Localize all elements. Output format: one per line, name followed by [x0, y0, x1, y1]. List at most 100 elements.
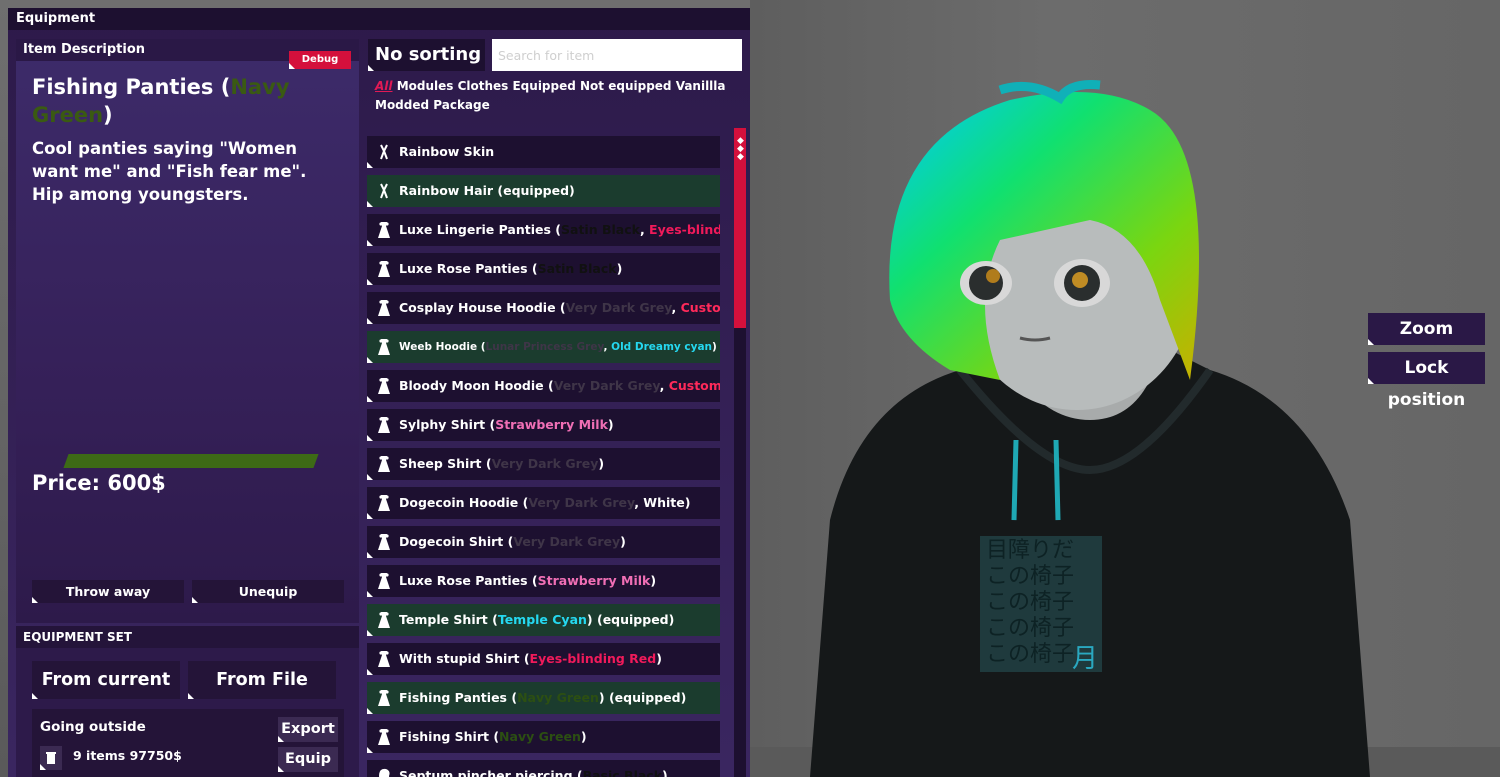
- throw-away-button[interactable]: Throw away: [32, 580, 184, 603]
- item-row-name: Rainbow Skin: [399, 144, 495, 159]
- debug-button[interactable]: Debug: [289, 51, 351, 69]
- unequip-button[interactable]: Unequip: [192, 580, 344, 603]
- dress-icon: [378, 495, 390, 511]
- dress-icon: [378, 729, 390, 745]
- item-row-label: Fishing Panties (Navy Green) (equipped): [399, 682, 686, 714]
- item-row-color: Eyes-blinding Red: [529, 651, 657, 666]
- filter-options[interactable]: Modules Clothes Equipped Not equipped Va…: [375, 79, 726, 112]
- item-row-color: Very Dark Grey: [553, 378, 660, 393]
- item-name: Fishing Panties (Navy Green): [32, 73, 332, 129]
- item-row[interactable]: With stupid Shirt (Eyes-blinding Red): [367, 643, 720, 675]
- item-row-label: Sylphy Shirt (Strawberry Milk): [399, 409, 614, 441]
- from-file-button[interactable]: From File: [188, 661, 336, 699]
- item-row-name: With stupid Shirt (: [399, 651, 530, 666]
- equip-set-button[interactable]: Equip: [278, 747, 338, 772]
- sorting-dropdown[interactable]: No sorting: [368, 39, 485, 71]
- item-row-label: Luxe Lingerie Panties (Satin Black, Eyes…: [399, 214, 720, 246]
- item-row-label: Fishing Shirt (Navy Green): [399, 721, 587, 753]
- dress-icon: [378, 690, 390, 706]
- set-summary: 9 items 97750$: [73, 748, 182, 763]
- equipment-set-entry[interactable]: Going outside 9 items 97750$ Export Equi…: [32, 709, 344, 777]
- dress-icon: [378, 300, 390, 316]
- from-current-button[interactable]: From current: [32, 661, 180, 699]
- item-row[interactable]: Sylphy Shirt (Strawberry Milk): [367, 409, 720, 441]
- lock-position-button[interactable]: Lock position: [1368, 352, 1485, 410]
- scroll-grip-icon: ◆ ◆ ◆: [737, 136, 744, 162]
- delete-set-button[interactable]: [40, 746, 62, 770]
- item-row-color: Old Dreamy cyan: [611, 341, 713, 353]
- item-row-name: Fishing Shirt (: [399, 729, 500, 744]
- item-row-label: Luxe Rose Panties (Satin Black): [399, 253, 622, 285]
- item-row[interactable]: Fishing Panties (Navy Green) (equipped): [367, 682, 720, 714]
- item-row-label: Rainbow Skin: [399, 136, 494, 168]
- item-row[interactable]: Rainbow Hair (equipped): [367, 175, 720, 207]
- item-description-label: Item Description: [23, 42, 146, 57]
- hoodie-line: 目障りだ: [986, 538, 1075, 563]
- equipment-set-box: EQUIPMENT SET From current From File Goi…: [16, 626, 359, 777]
- item-row-text: ): [662, 768, 668, 777]
- item-row-name: Dogecoin Shirt (: [399, 534, 514, 549]
- item-description-box: Item Description Debug Fishing Panties (…: [16, 39, 359, 623]
- item-row-label: With stupid Shirt (Eyes-blinding Red): [399, 643, 662, 675]
- item-row-text: ) (equipped): [598, 690, 687, 705]
- tool-icon: [380, 144, 388, 160]
- zoom-button[interactable]: Zoom: [1368, 313, 1485, 345]
- item-row-name: Dogecoin Hoodie (: [399, 495, 529, 510]
- item-row-color: Basic Black: [582, 768, 663, 777]
- item-row[interactable]: Dogecoin Hoodie (Very Dark Grey, White): [367, 487, 720, 519]
- item-row[interactable]: Dogecoin Shirt (Very Dark Grey): [367, 526, 720, 558]
- dress-icon: [378, 378, 390, 394]
- item-row-label: Rainbow Hair (equipped): [399, 175, 575, 207]
- item-name-suffix: ): [103, 103, 113, 127]
- dress-icon: [378, 534, 390, 550]
- export-button[interactable]: Export: [278, 717, 338, 742]
- item-row-color: Lunar Princess Grey: [485, 341, 604, 353]
- item-row-text: ): [650, 573, 657, 588]
- item-row-label: Dogecoin Shirt (Very Dark Grey): [399, 526, 626, 558]
- item-row-text: ,: [671, 300, 681, 315]
- item-row[interactable]: Cosplay House Hoodie (Very Dark Grey, Cu…: [367, 292, 720, 324]
- item-row-name: Temple Shirt (: [399, 612, 498, 627]
- item-row[interactable]: Rainbow Skin: [367, 136, 720, 168]
- item-row[interactable]: Temple Shirt (Temple Cyan) (equipped): [367, 604, 720, 636]
- filter-all[interactable]: All: [375, 79, 393, 93]
- trash-icon: [46, 752, 56, 764]
- item-row-name: Sheep Shirt (: [399, 456, 492, 471]
- item-row[interactable]: Weeb Hoodie (Lunar Princess Grey, Old Dr…: [367, 331, 720, 363]
- item-row-color: Temple Cyan: [497, 612, 587, 627]
- item-row-text: ): [620, 534, 626, 549]
- hoodie-line: この椅子: [986, 590, 1075, 615]
- item-row-text: , White): [634, 495, 691, 510]
- item-row-name: Rainbow Hair (equipped): [399, 183, 575, 198]
- item-description-text: Cool panties saying "Women want me" and …: [32, 139, 307, 204]
- search-input[interactable]: [492, 39, 742, 71]
- item-row-color: Navy Green: [517, 690, 599, 705]
- item-row-color: Custom: [680, 300, 720, 315]
- dress-icon: [378, 339, 390, 355]
- tool-icon: [380, 183, 388, 199]
- item-row-name: Cosplay House Hoodie (: [399, 300, 566, 315]
- item-row-name: Septum pincher piercing (: [399, 768, 583, 777]
- dress-icon: [378, 261, 390, 277]
- dress-icon: [378, 222, 390, 238]
- item-row-text: ): [607, 417, 614, 432]
- item-row-label: Septum pincher piercing (Basic Black): [399, 760, 668, 777]
- item-row-text: ): [656, 651, 662, 666]
- item-row-color: Strawberry Milk: [495, 417, 608, 432]
- item-row[interactable]: Luxe Rose Panties (Satin Black): [367, 253, 720, 285]
- item-row[interactable]: Sheep Shirt (Very Dark Grey): [367, 448, 720, 480]
- item-row-label: Sheep Shirt (Very Dark Grey): [399, 448, 604, 480]
- item-row[interactable]: Luxe Rose Panties (Strawberry Milk): [367, 565, 720, 597]
- item-row[interactable]: Septum pincher piercing (Basic Black): [367, 760, 720, 777]
- item-row[interactable]: Luxe Lingerie Panties (Satin Black, Eyes…: [367, 214, 720, 246]
- item-row-label: Temple Shirt (Temple Cyan) (equipped): [399, 604, 674, 636]
- item-row-name: Bloody Moon Hoodie (: [399, 378, 554, 393]
- item-row[interactable]: Fishing Shirt (Navy Green): [367, 721, 720, 753]
- item-row-text: ): [616, 261, 623, 276]
- item-row[interactable]: Bloody Moon Hoodie (Very Dark Grey, Cust…: [367, 370, 720, 402]
- filter-bar: All Modules Clothes Equipped Not equippe…: [375, 77, 735, 115]
- item-row-label: Weeb Hoodie (Lunar Princess Grey, Old Dr…: [399, 331, 720, 363]
- item-row-text: ,: [639, 222, 650, 237]
- equipment-set-header: EQUIPMENT SET: [16, 626, 359, 648]
- item-row-label: Bloody Moon Hoodie (Very Dark Grey, Cust…: [399, 370, 720, 402]
